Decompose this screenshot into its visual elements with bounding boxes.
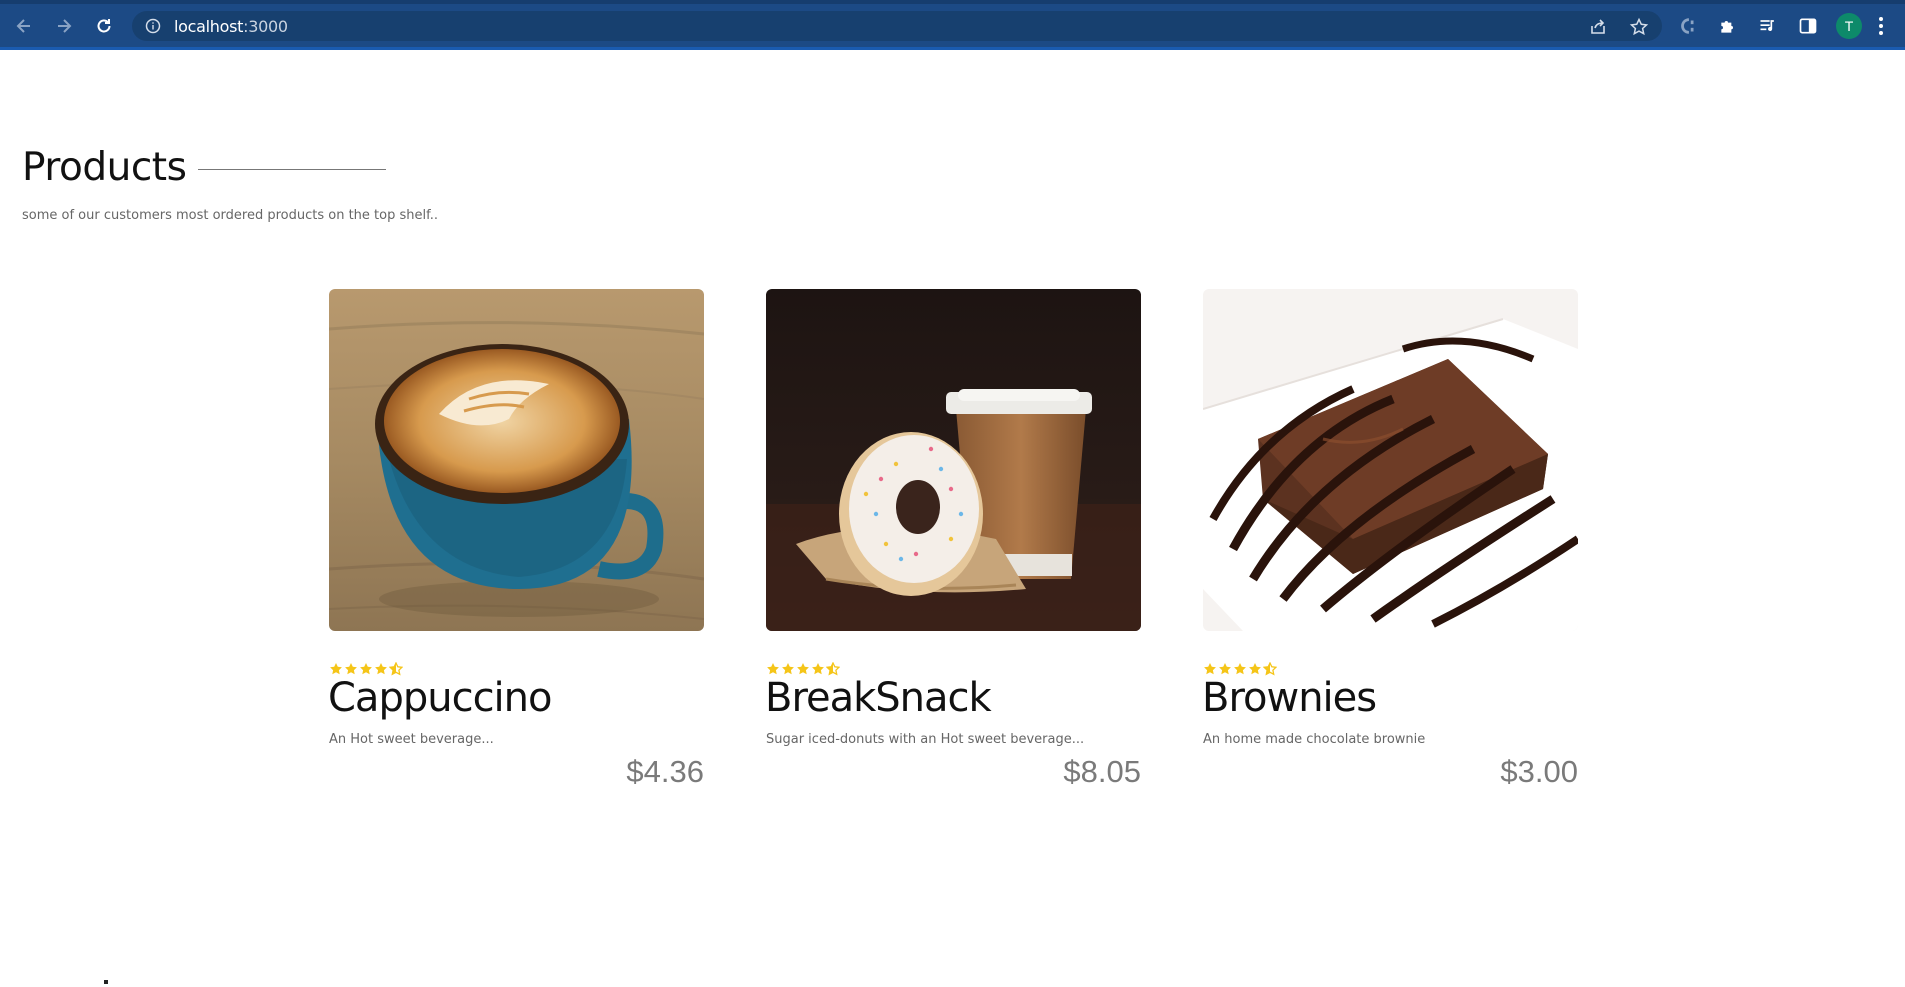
- rating-stars: [329, 662, 403, 676]
- product-description: An Hot sweet beverage...: [329, 732, 494, 747]
- star-full-icon: [1249, 663, 1261, 675]
- product-grid: Cappuccino An Hot sweet beverage... $4.3…: [328, 289, 1579, 849]
- star-full-icon: [782, 663, 794, 675]
- product-price: $8.05: [1063, 754, 1141, 789]
- star-half-icon: [389, 662, 403, 676]
- product-price: $3.00: [1500, 754, 1578, 789]
- product-image-brownies[interactable]: [1203, 289, 1578, 631]
- tab-strip-edge: [0, 0, 1905, 4]
- profile-avatar[interactable]: T: [1836, 13, 1862, 39]
- star-full-icon: [797, 663, 809, 675]
- star-half-icon: [1263, 662, 1277, 676]
- rating-stars: [766, 662, 840, 676]
- page-content: Products some of our customers most orde…: [0, 50, 1905, 987]
- product-description: An home made chocolate brownie: [1203, 732, 1426, 747]
- product-card[interactable]: Cappuccino An Hot sweet beverage... $4.3…: [328, 289, 704, 809]
- star-full-icon: [812, 663, 824, 675]
- browser-toolbar: localhost:3000 T: [0, 0, 1905, 50]
- puzzle-icon[interactable]: [1716, 14, 1740, 38]
- share-icon[interactable]: [1588, 17, 1608, 37]
- star-full-icon: [345, 663, 357, 675]
- star-icon[interactable]: [1629, 17, 1649, 37]
- star-full-icon: [1204, 663, 1216, 675]
- star-half-icon: [826, 662, 840, 676]
- address-bar[interactable]: localhost:3000: [132, 11, 1662, 41]
- url-text[interactable]: localhost:3000: [174, 17, 288, 36]
- star-full-icon: [330, 663, 342, 675]
- product-card[interactable]: Brownies An home made chocolate brownie …: [1202, 289, 1578, 809]
- star-full-icon: [1219, 663, 1231, 675]
- page-title: Products: [22, 145, 187, 190]
- info-icon[interactable]: [144, 17, 162, 35]
- forward-arrow-icon[interactable]: [50, 12, 78, 40]
- more-vert-icon[interactable]: [1876, 14, 1886, 38]
- media-queue-icon[interactable]: [1756, 14, 1780, 38]
- product-description: Sugar iced-donuts with an Hot sweet beve…: [766, 732, 1085, 747]
- product-name: BreakSnack: [765, 675, 992, 721]
- side-panel-icon[interactable]: [1796, 14, 1820, 38]
- back-arrow-icon[interactable]: [10, 12, 38, 40]
- star-full-icon: [360, 663, 372, 675]
- reload-icon[interactable]: [90, 12, 118, 40]
- next-section-edge: [104, 980, 108, 984]
- product-name: Cappuccino: [328, 675, 552, 721]
- rating-stars: [1203, 662, 1277, 676]
- product-image-cappuccino[interactable]: [329, 289, 704, 631]
- star-full-icon: [767, 663, 779, 675]
- product-card[interactable]: BreakSnack Sugar iced-donuts with an Hot…: [765, 289, 1141, 809]
- star-full-icon: [1234, 663, 1246, 675]
- title-divider: [198, 169, 387, 170]
- extension-c-icon[interactable]: [1676, 14, 1700, 38]
- product-price: $4.36: [626, 754, 704, 789]
- section-subtitle: some of our customers most ordered produ…: [22, 208, 439, 223]
- section-header: Products: [22, 145, 387, 190]
- product-image-breaksnack[interactable]: [766, 289, 1141, 631]
- star-full-icon: [375, 663, 387, 675]
- product-name: Brownies: [1202, 675, 1377, 721]
